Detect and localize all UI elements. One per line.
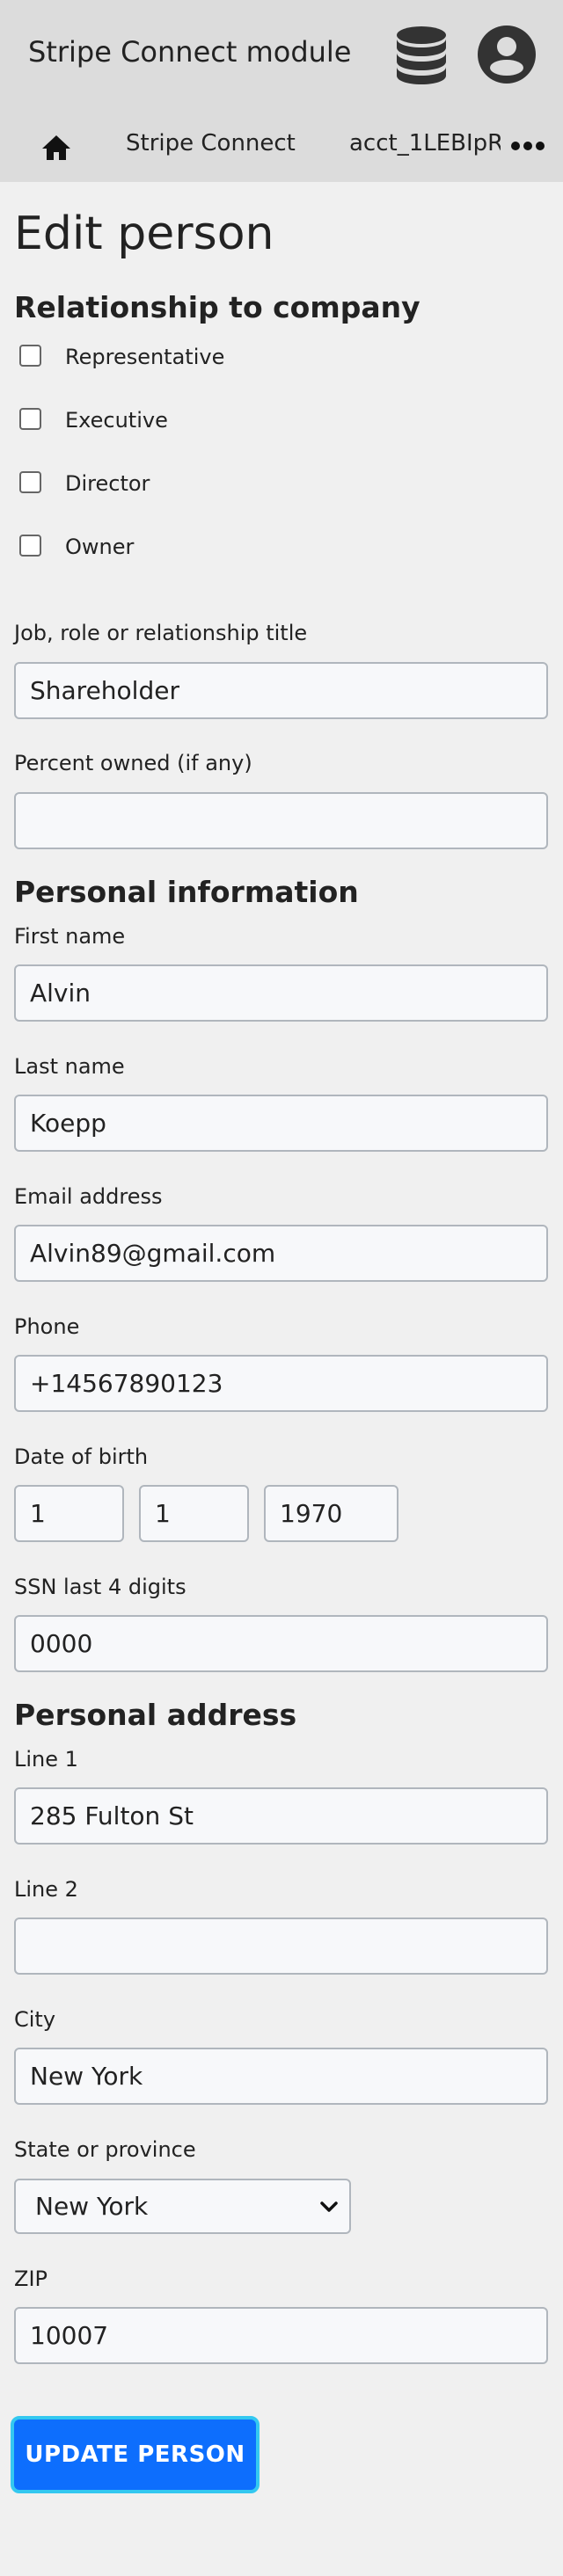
dob-month-input[interactable]: 1	[139, 1485, 249, 1542]
personal-address-heading: Personal address	[14, 1698, 297, 1732]
email-input[interactable]: Alvin89@gmail.com	[14, 1225, 548, 1282]
phone-input[interactable]: +14567890123	[14, 1355, 548, 1412]
more-horizontal-icon[interactable]	[510, 141, 545, 151]
checkbox-box[interactable]	[19, 471, 41, 493]
state-label: State or province	[14, 2137, 196, 2162]
job-title-input[interactable]: Shareholder	[14, 662, 548, 719]
phone-label: Phone	[14, 1314, 80, 1339]
checkbox-box[interactable]	[19, 408, 41, 430]
database-icon[interactable]	[393, 25, 450, 88]
page-title: Edit person	[14, 207, 274, 260]
last-name-label: Last name	[14, 1054, 125, 1079]
state-select-value: New York	[35, 2192, 149, 2221]
line2-input[interactable]	[14, 1917, 548, 1975]
home-icon[interactable]	[40, 134, 72, 162]
checkbox-box[interactable]	[19, 345, 41, 367]
state-select[interactable]: New York	[14, 2179, 351, 2234]
zip-input[interactable]: 10007	[14, 2307, 548, 2364]
line2-label: Line 2	[14, 1877, 78, 1902]
user-circle-icon[interactable]	[477, 25, 537, 84]
first-name-label: First name	[14, 924, 126, 949]
ssn-input[interactable]: 0000	[14, 1615, 548, 1672]
percent-owned-label: Percent owned (if any)	[14, 751, 252, 775]
checkbox-label: Owner	[65, 535, 135, 559]
checkbox-label: Director	[65, 471, 150, 496]
dob-label: Date of birth	[14, 1444, 149, 1469]
update-person-button[interactable]: UPDATE PERSON	[11, 2416, 260, 2493]
email-label: Email address	[14, 1184, 163, 1209]
relationship-heading: Relationship to company	[14, 290, 420, 324]
breadcrumb-account-id[interactable]: acct_1LEBIpR	[349, 130, 501, 156]
app-header: Stripe Connect module Stripe Connect acc…	[0, 0, 563, 182]
app-title: Stripe Connect module	[28, 35, 352, 69]
zip-label: ZIP	[14, 2267, 48, 2291]
first-name-input[interactable]: Alvin	[14, 964, 548, 1022]
checkbox-box[interactable]	[19, 535, 41, 557]
line1-input[interactable]: 285 Fulton St	[14, 1787, 548, 1845]
personal-info-heading: Personal information	[14, 875, 359, 909]
city-label: City	[14, 2007, 56, 2032]
last-name-input[interactable]: Koepp	[14, 1095, 548, 1152]
dob-day-input[interactable]: 1	[14, 1485, 124, 1542]
checkbox-label: Representative	[65, 345, 225, 369]
line1-label: Line 1	[14, 1747, 78, 1772]
chevron-down-icon	[320, 2201, 338, 2212]
breadcrumb-stripe-connect[interactable]: Stripe Connect	[126, 130, 296, 156]
ssn-label: SSN last 4 digits	[14, 1575, 186, 1599]
city-input[interactable]: New York	[14, 2048, 548, 2105]
job-title-label: Job, role or relationship title	[14, 621, 308, 645]
checkbox-label: Executive	[65, 408, 168, 433]
percent-owned-input[interactable]	[14, 792, 548, 849]
dob-year-input[interactable]: 1970	[264, 1485, 398, 1542]
